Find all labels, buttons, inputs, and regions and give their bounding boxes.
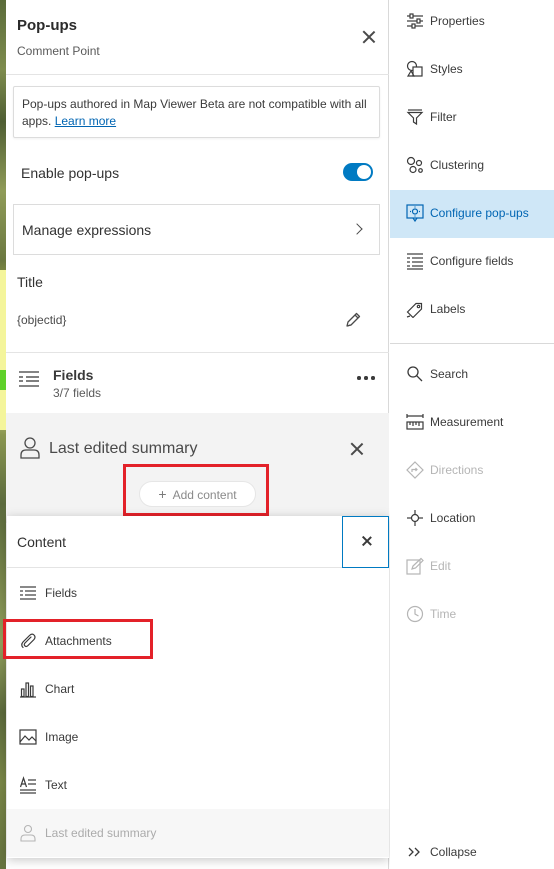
content-popover: Content Fields Attachments Chart Image T… bbox=[7, 516, 389, 858]
action-label: Configure pop-ups bbox=[430, 206, 529, 220]
more-options-icon[interactable] bbox=[356, 373, 376, 383]
person-icon bbox=[19, 824, 37, 842]
action-label: Clustering bbox=[430, 158, 485, 172]
action-collapse[interactable]: Collapse bbox=[390, 829, 554, 869]
manage-expressions-button[interactable]: Manage expressions bbox=[13, 204, 380, 255]
compatibility-notice: Pop-ups authored in Map Viewer Beta are … bbox=[13, 86, 380, 138]
person-icon bbox=[20, 437, 40, 459]
attachment-icon bbox=[19, 632, 37, 650]
action-label: Location bbox=[430, 511, 476, 525]
content-item-fields[interactable]: Fields bbox=[7, 569, 389, 617]
remove-summary-button[interactable] bbox=[349, 441, 365, 457]
edit-title-pencil-icon[interactable] bbox=[344, 311, 362, 329]
action-label: Directions bbox=[430, 463, 484, 477]
action-search[interactable]: Search bbox=[390, 351, 554, 399]
measure-icon bbox=[406, 413, 424, 431]
content-item-label: Image bbox=[45, 730, 79, 744]
action-label: Edit bbox=[430, 559, 451, 573]
clock-icon bbox=[406, 605, 424, 623]
content-item-label: Fields bbox=[45, 586, 78, 600]
popup-icon bbox=[406, 204, 424, 222]
action-filter[interactable]: Filter bbox=[390, 94, 554, 142]
content-item-label: Last edited summary bbox=[45, 826, 157, 840]
styles-icon bbox=[406, 60, 424, 78]
content-item-label: Chart bbox=[45, 682, 75, 696]
content-item-text[interactable]: Text bbox=[7, 761, 389, 809]
search-icon bbox=[406, 365, 424, 383]
collapse-icon bbox=[406, 843, 424, 861]
title-value: {objectid} bbox=[17, 313, 67, 327]
action-label: Styles bbox=[430, 62, 463, 76]
toggle-knob bbox=[357, 165, 371, 179]
directions-icon bbox=[406, 461, 424, 479]
last-edited-summary-block: Last edited summary + Add content bbox=[6, 413, 389, 523]
fields-icon bbox=[406, 252, 424, 270]
action-label: Search bbox=[430, 367, 469, 381]
enable-popups-toggle[interactable] bbox=[343, 163, 373, 181]
sliders-icon bbox=[406, 12, 424, 30]
action-labels[interactable]: Labels bbox=[390, 286, 554, 334]
enable-popups-label: Enable pop-ups bbox=[21, 165, 120, 181]
popover-title: Content bbox=[17, 534, 67, 550]
content-item-label: Text bbox=[45, 778, 68, 792]
action-label: Labels bbox=[430, 302, 466, 316]
action-label: Measurement bbox=[430, 415, 504, 429]
action-label: Configure fields bbox=[430, 254, 514, 268]
action-label: Time bbox=[430, 607, 457, 621]
panel-subtitle: Comment Point bbox=[17, 44, 100, 58]
panel-title: Pop-ups bbox=[17, 17, 77, 34]
add-content-label: Add content bbox=[172, 488, 237, 502]
action-location[interactable]: Location bbox=[390, 495, 554, 543]
edit-icon bbox=[406, 557, 424, 575]
label-icon bbox=[406, 300, 424, 318]
action-time: Time bbox=[390, 591, 554, 639]
panel-header: Pop-ups Comment Point bbox=[6, 0, 389, 75]
action-configure-popups[interactable]: Configure pop-ups bbox=[390, 190, 554, 238]
action-clustering[interactable]: Clustering bbox=[390, 142, 554, 190]
action-label: Collapse bbox=[430, 845, 477, 859]
content-item-chart[interactable]: Chart bbox=[7, 665, 389, 713]
close-popover-button[interactable] bbox=[342, 516, 389, 568]
action-configure-fields[interactable]: Configure fields bbox=[390, 238, 554, 286]
chart-icon bbox=[19, 680, 37, 698]
content-item-last-edited-summary: Last edited summary bbox=[7, 809, 389, 857]
plus-icon: + bbox=[158, 486, 167, 502]
close-panel-button[interactable] bbox=[361, 29, 377, 45]
fields-icon bbox=[19, 584, 37, 602]
fields-title: Fields bbox=[53, 367, 94, 383]
fields-content-block[interactable]: Fields 3/7 fields bbox=[6, 353, 389, 413]
action-label: Properties bbox=[430, 14, 485, 28]
learn-more-link[interactable]: Learn more bbox=[55, 114, 116, 128]
image-icon bbox=[19, 728, 37, 746]
action-label: Filter bbox=[430, 110, 457, 124]
content-item-label: Attachments bbox=[45, 634, 112, 648]
content-item-image[interactable]: Image bbox=[7, 713, 389, 761]
action-styles[interactable]: Styles bbox=[390, 46, 554, 94]
action-bar-divider bbox=[390, 343, 554, 344]
fields-count: 3/7 fields bbox=[53, 386, 102, 400]
text-icon bbox=[19, 776, 37, 794]
location-icon bbox=[406, 509, 424, 527]
action-directions: Directions bbox=[390, 447, 554, 495]
clustering-icon bbox=[406, 156, 424, 174]
summary-title: Last edited summary bbox=[49, 440, 198, 457]
fields-list-icon bbox=[18, 368, 40, 390]
close-icon bbox=[362, 536, 372, 546]
action-properties[interactable]: Properties bbox=[390, 0, 554, 46]
manage-expressions-label: Manage expressions bbox=[22, 222, 152, 238]
action-bar: Properties Styles Filter Clustering Conf… bbox=[390, 0, 554, 869]
chevron-right-icon bbox=[351, 223, 363, 235]
title-label: Title bbox=[17, 274, 43, 290]
filter-icon bbox=[406, 108, 424, 126]
action-measurement[interactable]: Measurement bbox=[390, 399, 554, 447]
action-edit: Edit bbox=[390, 543, 554, 591]
popover-header: Content bbox=[7, 516, 389, 568]
content-item-attachments[interactable]: Attachments bbox=[7, 617, 389, 665]
add-content-button[interactable]: + Add content bbox=[139, 481, 256, 507]
